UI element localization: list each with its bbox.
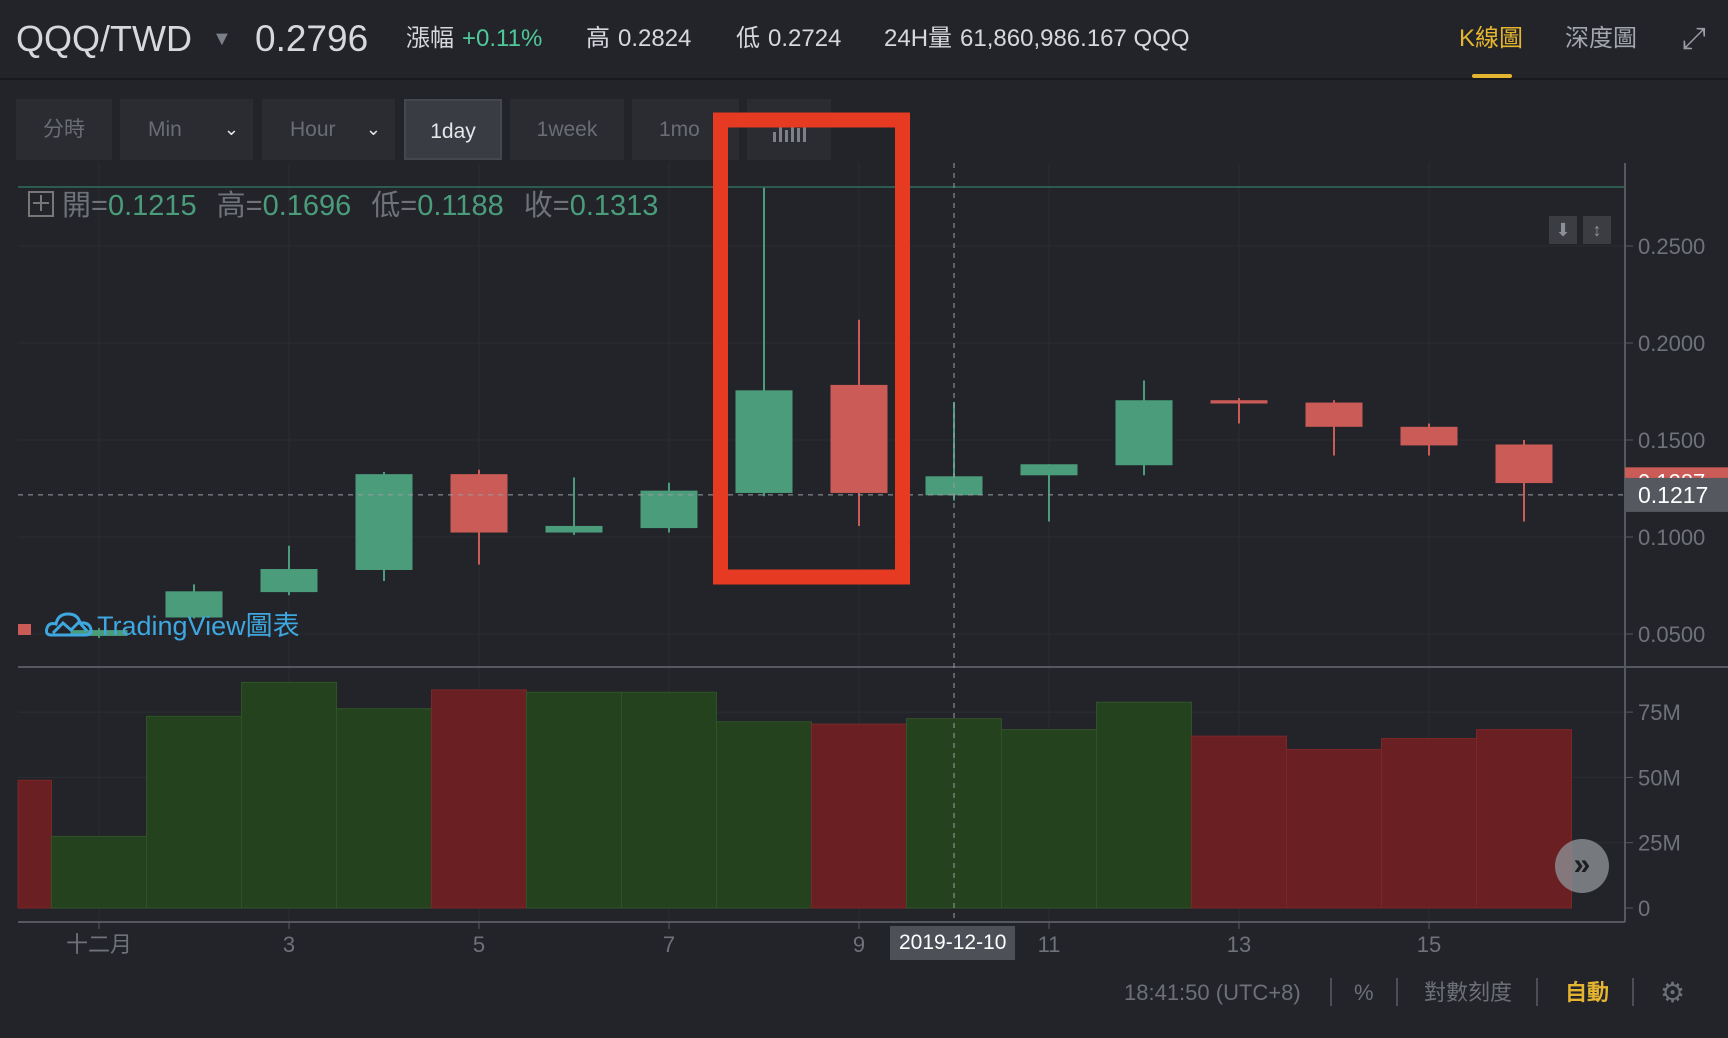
volume-tick-label: 0 — [1638, 896, 1650, 921]
time-tick-label: 5 — [473, 932, 485, 957]
divider — [1536, 978, 1538, 1006]
volume-bar — [526, 691, 622, 909]
tradingview-watermark[interactable]: TradingView圖表 — [18, 604, 300, 643]
volume-bar — [146, 715, 242, 909]
volume-bar — [51, 835, 147, 909]
volume-bar — [1096, 701, 1192, 909]
candle-body — [735, 390, 793, 493]
open-value: 0.1215 — [107, 190, 197, 222]
ohlc-legend: 開=0.1215 高=0.1696 低=0.1188 收=0.1313 — [28, 182, 678, 224]
high-value: 0.1696 — [262, 190, 352, 222]
percent-toggle[interactable]: % — [1354, 975, 1374, 1011]
candle-body — [1400, 426, 1458, 446]
cloud-logo-icon — [45, 612, 93, 637]
volume-bar — [811, 723, 907, 909]
candlestick-chart[interactable]: 0.2500 0.2000 0.1500 0.1000 0.0500 75M 50M 25M 0… — [0, 0, 1728, 1038]
candle-body — [640, 490, 698, 529]
candle-body — [1495, 444, 1553, 484]
open-label: 開= — [62, 190, 108, 222]
divider — [1396, 978, 1398, 1006]
candle-body — [830, 384, 888, 493]
candle-body — [545, 525, 603, 533]
candle-body — [1210, 400, 1268, 404]
candle-body — [260, 569, 318, 593]
clock-timezone[interactable]: 18:41:50 (UTC+8) — [1124, 975, 1301, 1011]
candle-body — [1020, 464, 1078, 476]
close-label: 收= — [523, 190, 570, 222]
settings-gear-icon[interactable]: ⚙ — [1660, 975, 1685, 1011]
price-tick-label: 0.1500 — [1638, 428, 1705, 453]
collapse-legend-icon[interactable] — [28, 191, 54, 217]
candle-body — [1115, 400, 1173, 466]
scroll-to-latest-button[interactable]: » — [1555, 839, 1609, 893]
time-tick-label: 15 — [1417, 932, 1441, 957]
high-label: 高= — [216, 190, 263, 222]
volume-bar — [716, 721, 812, 909]
close-value: 0.1313 — [569, 190, 659, 222]
low-label: 低= — [371, 190, 418, 222]
time-tick-label: 7 — [663, 932, 675, 957]
series-color-marker — [18, 624, 31, 635]
crosshair-date-label: 2019-12-10 — [890, 926, 1016, 960]
candle-body — [450, 474, 508, 533]
volume-bar — [1001, 729, 1097, 909]
price-tick-label: 0.1000 — [1638, 525, 1705, 550]
price-tick-label: 0.0500 — [1638, 622, 1705, 647]
volume-bar — [1381, 737, 1477, 909]
low-value: 0.1188 — [417, 190, 504, 222]
time-tick-label: 9 — [853, 932, 865, 957]
volume-bar — [17, 779, 52, 909]
price-tick-label: 0.2000 — [1638, 331, 1705, 356]
time-tick-label: 13 — [1227, 932, 1251, 957]
divider — [1330, 978, 1332, 1006]
volume-bar — [431, 689, 527, 909]
candle-body — [355, 474, 413, 570]
volume-bar — [1286, 748, 1382, 909]
price-tick-label: 0.2500 — [1638, 234, 1705, 259]
crosshair-price-label: 0.1217 — [1638, 482, 1708, 508]
watermark-text: TradingView圖表 — [97, 611, 300, 641]
volume-bar — [241, 681, 337, 909]
volume-tick-label: 25M — [1638, 831, 1681, 856]
candle-body — [1305, 402, 1363, 427]
auto-scale-toggle[interactable]: 自動 — [1565, 975, 1609, 1011]
time-tick-label: 3 — [283, 932, 295, 957]
volume-tick-label: 75M — [1638, 700, 1681, 725]
fit-scale-icon[interactable]: ↕ — [1583, 216, 1611, 244]
divider — [1632, 978, 1634, 1006]
log-scale-toggle[interactable]: 對數刻度 — [1424, 975, 1512, 1011]
volume-bar — [621, 691, 717, 909]
annotation-highlight-box — [713, 112, 910, 585]
time-tick-label: 11 — [1038, 932, 1061, 957]
volume-bar — [336, 708, 432, 909]
scroll-down-icon[interactable]: ⬇ — [1549, 216, 1577, 244]
volume-bar — [1191, 735, 1287, 909]
volume-bar — [1476, 729, 1572, 909]
volume-tick-label: 50M — [1638, 765, 1681, 790]
time-tick-label: 十二月 — [66, 932, 132, 957]
